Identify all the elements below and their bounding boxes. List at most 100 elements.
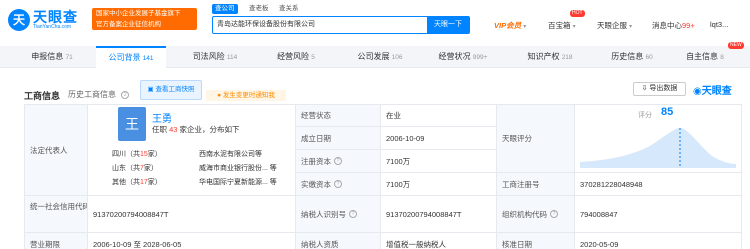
credit-code-label: 统一社会信用代码	[24, 195, 88, 233]
desc-prefix: 任职	[152, 125, 167, 134]
brand-logo-icon[interactable]: 天	[8, 9, 30, 31]
tab-declaration[interactable]: 申报信息 71	[20, 46, 84, 68]
credit-code-value: 91370200794008847T	[87, 195, 296, 233]
snapshot-button[interactable]: ▣ 查看工商快照	[140, 80, 202, 100]
tab-label: 经营状况	[438, 52, 471, 61]
region-company[interactable]: 威海市商业银行股份... 等	[199, 163, 277, 173]
section-tabs: 申报信息 71 公司背景 141 司法风险 114 经营风险 5 公司发展 10…	[0, 42, 750, 68]
user-name: lqt3...	[710, 20, 729, 29]
tab-judicial-risk[interactable]: 司法风险 114	[180, 46, 250, 68]
tab-count: 71	[65, 54, 73, 61]
tab-label: 司法风险	[192, 52, 225, 61]
score-small-label: 评分	[638, 112, 652, 119]
watermark-text: 天眼查	[701, 86, 732, 97]
help-icon: 2	[121, 90, 130, 99]
region-name: 山东	[112, 165, 126, 172]
avatar[interactable]: 王	[118, 107, 146, 141]
reg-capital-value: 7100万	[380, 149, 497, 173]
tab-count: 114	[226, 54, 238, 61]
tab-label: 知识产权	[527, 52, 560, 61]
region-company[interactable]: 华电国际宁夏新能源... 等	[199, 177, 277, 187]
vip-link[interactable]: VIP会员 ▾	[494, 20, 526, 31]
score-curve	[580, 128, 736, 168]
region-count[interactable]: 17	[140, 179, 148, 186]
messages-count: 99+	[682, 21, 695, 30]
org-code-label: 组织机构代码	[502, 209, 547, 219]
term-value: 2006-10-09 至 2028-06-05	[87, 232, 296, 249]
region-count[interactable]: 7	[140, 165, 144, 172]
region-name: 四川	[112, 151, 126, 158]
search-button[interactable]: 天眼一下	[427, 16, 469, 34]
legal-rep-name[interactable]: 王勇	[152, 110, 172, 125]
help-icon[interactable]: ?	[334, 157, 342, 165]
history-label: 历史工商信息	[68, 90, 116, 99]
tab-count: 999+	[472, 54, 488, 61]
desc-count[interactable]: 43	[169, 125, 177, 134]
desc-suffix: 家企业，分布如下	[179, 125, 240, 134]
messages-link[interactable]: 消息中心99+	[652, 20, 695, 31]
search-tab-relation[interactable]: 查关系	[276, 4, 302, 14]
enterprise-label: 天眼企服	[597, 21, 627, 30]
help-icon[interactable]: ?	[550, 210, 558, 218]
tab-count: 141	[142, 55, 154, 62]
region-company[interactable]: 西南水泥有限公司等	[199, 149, 262, 159]
tab-company-development[interactable]: 公司发展 106	[343, 46, 417, 68]
top-header: 天 天眼查 TianYanCha.com 国家中小企业发展子基金旗下 官方备案企…	[0, 0, 750, 38]
paid-capital-value: 7100万	[380, 172, 497, 196]
brand-domain: TianYanCha.com	[33, 24, 72, 30]
taxpayer-type-value: 增值税一般纳税人	[380, 232, 497, 249]
tab-intellectual-property[interactable]: 知识产权 218	[513, 46, 587, 68]
tab-self-info[interactable]: 自主信息 8	[676, 46, 734, 68]
vip-label: VIP会员	[494, 21, 522, 30]
term-label: 营业期限	[24, 232, 88, 249]
founded-label: 成立日期	[295, 126, 381, 150]
taxpayer-id-label-cell: 纳税人识别号?	[295, 195, 381, 233]
search-tab-boss[interactable]: 查老板	[246, 4, 272, 14]
score-trend-icon	[580, 128, 736, 168]
section-title: 工商信息	[24, 91, 61, 101]
camera-icon: ▣	[147, 86, 154, 93]
tab-company-background[interactable]: 公司背景 141	[96, 46, 166, 68]
enterprise-link[interactable]: 天眼企服 ▾	[597, 20, 632, 31]
tab-count: 5	[311, 54, 315, 61]
search-input[interactable]: 青岛达能环保设备股份有限公司	[217, 17, 427, 33]
tab-history[interactable]: 历史信息 60	[600, 46, 664, 68]
region-count[interactable]: 15	[140, 151, 148, 158]
reg-no-value: 370281228048948	[574, 172, 742, 196]
tools-link[interactable]: 百宝箱 ▾	[548, 20, 576, 31]
tab-label: 自主信息	[686, 52, 719, 61]
history-link[interactable]: 历史工商信息 2	[68, 89, 130, 100]
search-box: 青岛达能环保设备股份有限公司 天眼一下	[212, 16, 470, 34]
badge-line-2: 官方备案企业征信机构	[96, 21, 161, 28]
legal-rep-label: 法定代表人	[24, 104, 88, 196]
region-name: 其他	[112, 179, 126, 186]
chevron-down-icon: ▾	[523, 24, 527, 30]
region-row: 四川（共15家）	[112, 151, 162, 158]
watermark-logo: ◉天眼查	[693, 82, 732, 97]
tab-label: 历史信息	[611, 52, 644, 61]
export-label: 导出数据	[649, 85, 678, 92]
help-icon[interactable]: ?	[349, 210, 357, 218]
chevron-down-icon: ▾	[572, 24, 576, 30]
taxpayer-type-label: 纳税人资质	[295, 232, 381, 249]
tab-label: 公司发展	[357, 52, 390, 61]
approval-label: 核准日期	[496, 232, 575, 249]
taxpayer-id-label: 纳税人识别号	[301, 209, 346, 219]
tab-count: 218	[561, 54, 573, 61]
tab-operating-risk[interactable]: 经营风险 5	[263, 46, 329, 68]
help-icon[interactable]: ?	[334, 180, 342, 188]
hot-badge: HOT	[570, 10, 585, 17]
user-menu[interactable]: lqt3...	[710, 20, 728, 29]
tab-label: 经营风险	[277, 52, 310, 61]
search-tab-company[interactable]: 查公司	[212, 4, 238, 14]
change-notify-button[interactable]: ● 发生变更时通知我	[206, 90, 286, 101]
reg-capital-label: 注册资本	[301, 156, 331, 166]
export-button[interactable]: ⇩ 导出数据	[633, 82, 686, 96]
official-badge: 国家中小企业发展子基金旗下 官方备案企业征信机构	[92, 8, 197, 30]
change-notify-label: 发生变更时通知我	[222, 92, 275, 99]
status-value: 在业	[380, 104, 497, 127]
tab-label: 申报信息	[31, 52, 64, 61]
download-icon: ⇩	[641, 85, 648, 92]
tab-operating-status[interactable]: 经营状况 999+	[425, 46, 501, 68]
chevron-down-icon: ▾	[629, 24, 633, 30]
